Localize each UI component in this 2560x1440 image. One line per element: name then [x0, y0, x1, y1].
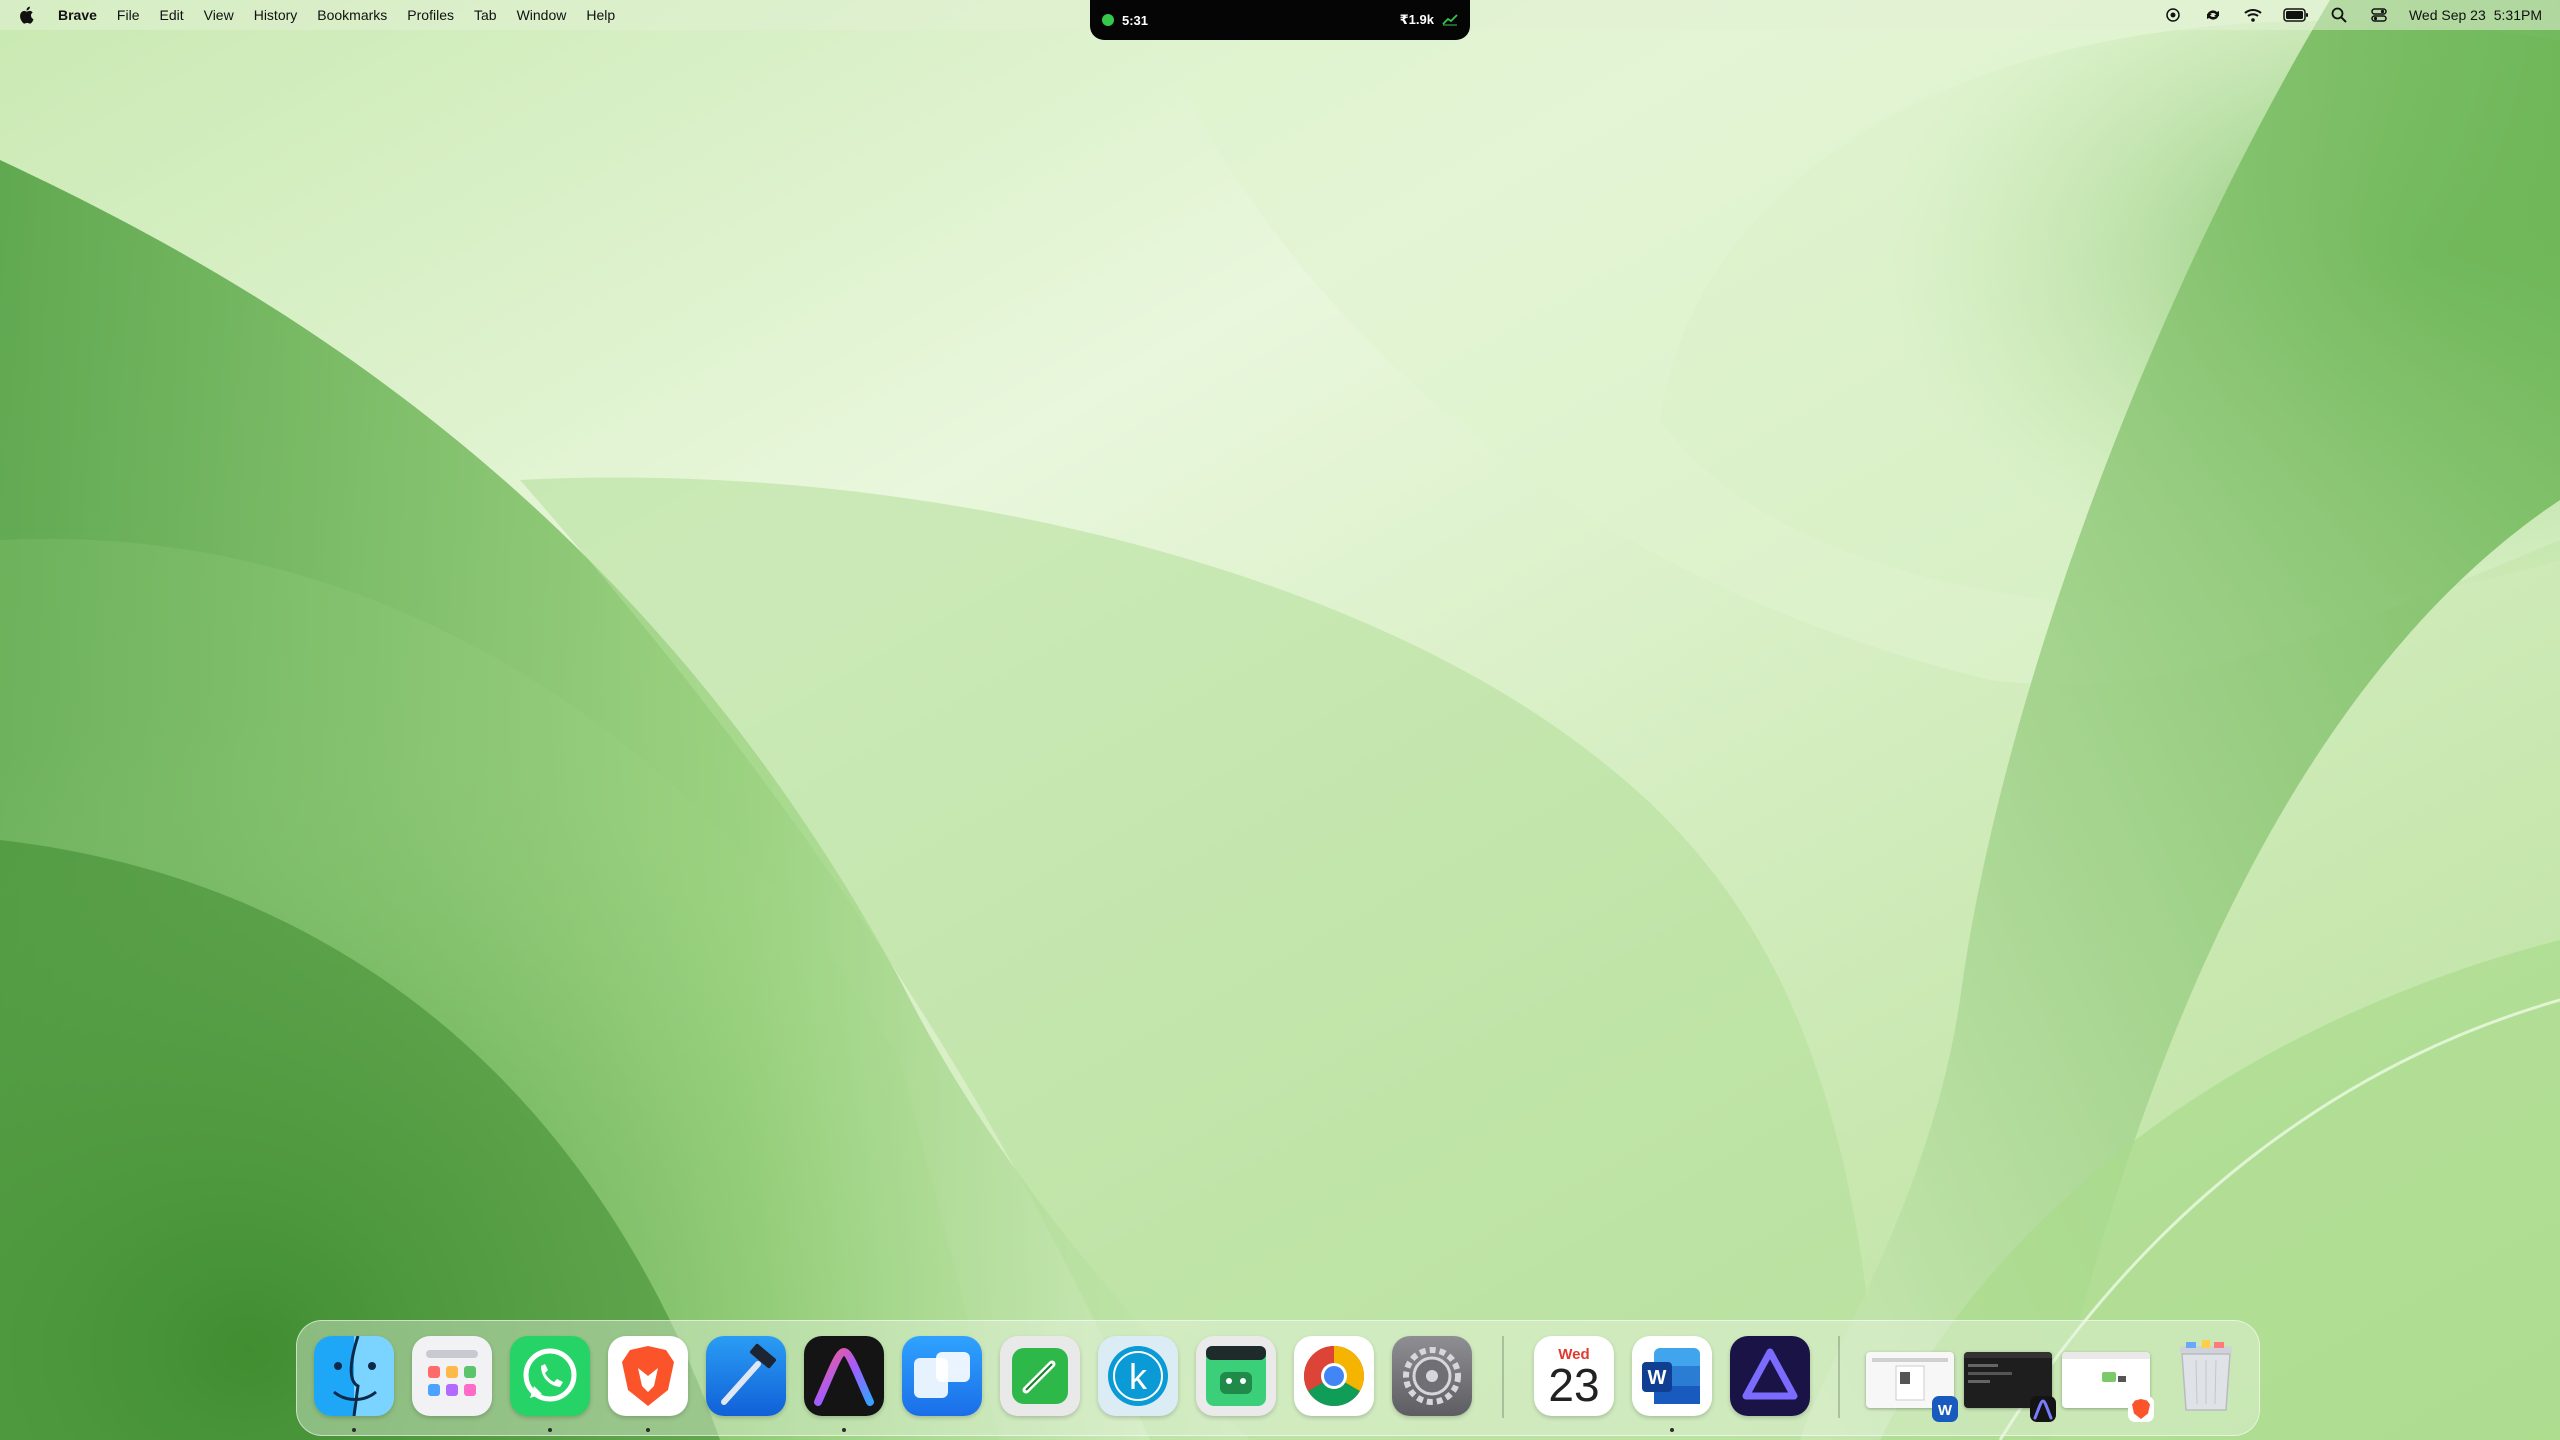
screen-record-icon[interactable] — [2163, 5, 2183, 25]
a-browser-icon — [804, 1336, 884, 1416]
chart-up-icon — [1442, 12, 1458, 29]
running-indicator — [842, 1428, 846, 1432]
spotlight-search-icon[interactable] — [2329, 5, 2349, 25]
running-indicator — [1670, 1428, 1674, 1432]
dock-app-launchpad[interactable] — [412, 1336, 492, 1416]
menu-help[interactable]: Help — [576, 0, 625, 30]
dock-app-xcode[interactable] — [706, 1336, 786, 1416]
dock-app-screens[interactable] — [902, 1336, 982, 1416]
menu-view[interactable]: View — [194, 0, 244, 30]
wifi-icon[interactable] — [2243, 5, 2263, 25]
affinity-icon — [1730, 1336, 1810, 1416]
word-icon: W — [1632, 1336, 1712, 1416]
calendar-date: 23 — [1548, 1359, 1600, 1411]
menu-window[interactable]: Window — [507, 0, 577, 30]
dock-app-a-browser[interactable] — [804, 1336, 884, 1432]
battery-icon[interactable] — [2283, 5, 2309, 25]
dock-app-affinity[interactable] — [1730, 1336, 1810, 1416]
launchpad-icon — [412, 1336, 492, 1416]
minimized-window-editor[interactable] — [1964, 1352, 2056, 1422]
settings-gear-icon — [1392, 1336, 1472, 1416]
running-indicator — [548, 1428, 552, 1432]
notch-timer: 5:31 — [1122, 12, 1149, 28]
calendar-icon: Wed 23 — [1534, 1336, 1614, 1416]
green-pencil-icon — [1000, 1336, 1080, 1416]
app-menu-brave[interactable]: Brave — [52, 0, 107, 30]
dock-app-k[interactable]: k — [1098, 1336, 1178, 1416]
menu-tab[interactable]: Tab — [464, 0, 507, 30]
trash-icon — [2166, 1336, 2246, 1416]
desktop-wallpaper — [0, 0, 2560, 1440]
dock-app-chrome[interactable] — [1294, 1336, 1374, 1416]
svg-text:W: W — [1648, 1367, 1667, 1389]
notch-stat: ₹1.9k — [1399, 12, 1434, 27]
a-browser-icon — [2030, 1396, 2056, 1422]
running-indicator — [646, 1428, 650, 1432]
menu-edit[interactable]: Edit — [149, 0, 193, 30]
menu-file[interactable]: File — [107, 0, 150, 30]
menubar-clock[interactable]: Wed Sep 23 5:31PM — [2409, 7, 2542, 23]
menu-profiles[interactable]: Profiles — [397, 0, 464, 30]
apple-menu-icon[interactable] — [18, 6, 34, 24]
clock-date: Wed Sep 23 — [2408, 7, 2486, 23]
dock-app-finder[interactable] — [314, 1336, 394, 1432]
whatsapp-icon — [510, 1336, 590, 1416]
dock-app-brave[interactable] — [608, 1336, 688, 1432]
notch-status-widget[interactable]: 5:31 ₹1.9k — [1090, 0, 1470, 40]
dock-divider — [1502, 1336, 1504, 1418]
brave-icon — [608, 1336, 688, 1416]
dock-app-calendar[interactable]: Wed 23 — [1534, 1336, 1614, 1416]
green-dot-icon — [1102, 14, 1114, 26]
running-indicator — [352, 1428, 356, 1432]
minimized-window-word[interactable]: W — [1866, 1352, 1958, 1422]
clock-time: 5:31PM — [2493, 7, 2542, 23]
minimized-window-brave[interactable] — [2062, 1352, 2154, 1422]
dock-app-android-emulator[interactable] — [1196, 1336, 1276, 1416]
menu-bookmarks[interactable]: Bookmarks — [307, 0, 397, 30]
menu-history[interactable]: History — [244, 0, 308, 30]
sync-icon[interactable] — [2203, 5, 2223, 25]
dock-app-word[interactable]: W — [1632, 1336, 1712, 1432]
dock-divider — [1838, 1336, 1840, 1418]
finder-icon — [314, 1336, 394, 1416]
dock-app-system-settings[interactable] — [1392, 1336, 1472, 1416]
dock-app-pencil[interactable] — [1000, 1336, 1080, 1416]
xcode-icon — [706, 1336, 786, 1416]
control-center-icon[interactable] — [2369, 5, 2389, 25]
dock-app-whatsapp[interactable] — [510, 1336, 590, 1432]
word-icon: W — [1932, 1396, 1958, 1422]
k-icon: k — [1098, 1336, 1178, 1416]
android-terminal-icon — [1196, 1336, 1276, 1416]
brave-icon — [2128, 1396, 2154, 1422]
svg-text:W: W — [1938, 1402, 1953, 1419]
svg-text:k: k — [1129, 1356, 1148, 1397]
blue-windows-icon — [902, 1336, 982, 1416]
chrome-icon — [1294, 1336, 1374, 1416]
dock-trash[interactable] — [2166, 1336, 2246, 1416]
